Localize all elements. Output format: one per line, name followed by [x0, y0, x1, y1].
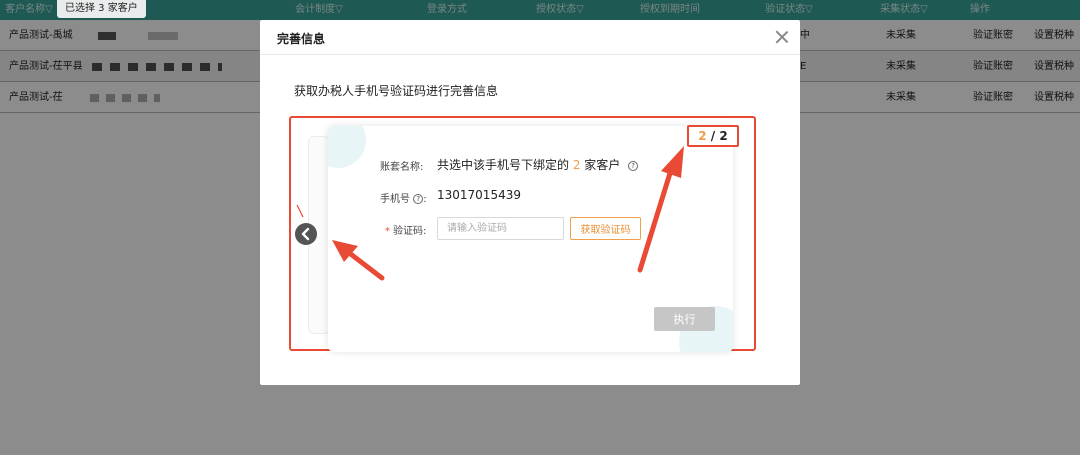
- help-icon[interactable]: ?: [413, 194, 424, 204]
- phone-label-wrap: 手机号 ?:: [380, 190, 427, 205]
- account-label: 账套名称:: [380, 162, 424, 173]
- dialog-title: 完善信息: [277, 32, 326, 46]
- code-label-wrap: * 验证码:: [385, 222, 426, 237]
- close-icon[interactable]: [774, 29, 790, 45]
- get-code-button[interactable]: 获取验证码: [570, 217, 641, 240]
- required-mark: *: [385, 226, 390, 237]
- page-total: / 2: [706, 129, 728, 143]
- help-icon[interactable]: ?: [628, 160, 639, 171]
- previous-card-button[interactable]: [295, 223, 317, 245]
- page-current: 2: [698, 129, 707, 143]
- verification-code-input[interactable]: [437, 217, 564, 240]
- account-value-suffix: 家客户: [580, 158, 621, 172]
- account-value: 共选中该手机号下绑定的 2 家客户 ?: [437, 156, 639, 173]
- complete-info-dialog: 完善信息 获取办税人手机号验证码进行完善信息 2 / 2 账套名称: 共选中该手…: [260, 20, 800, 385]
- selection-tooltip: 已选择 3 家客户: [57, 0, 146, 18]
- dialog-subtitle: 获取办税人手机号验证码进行完善信息: [294, 84, 499, 98]
- decoration-circle: [328, 126, 366, 168]
- dialog-header: 完善信息: [260, 20, 800, 55]
- account-value-prefix: 共选中该手机号下绑定的: [437, 158, 573, 172]
- execute-button[interactable]: 执行: [654, 307, 715, 331]
- code-label: 验证码:: [393, 226, 427, 237]
- chevron-left-icon: [301, 227, 310, 241]
- phone-colon: :: [423, 194, 427, 205]
- phone-label: 手机号: [380, 194, 410, 205]
- phone-value: 13017015439: [437, 188, 521, 202]
- page-indicator: 2 / 2: [687, 125, 739, 147]
